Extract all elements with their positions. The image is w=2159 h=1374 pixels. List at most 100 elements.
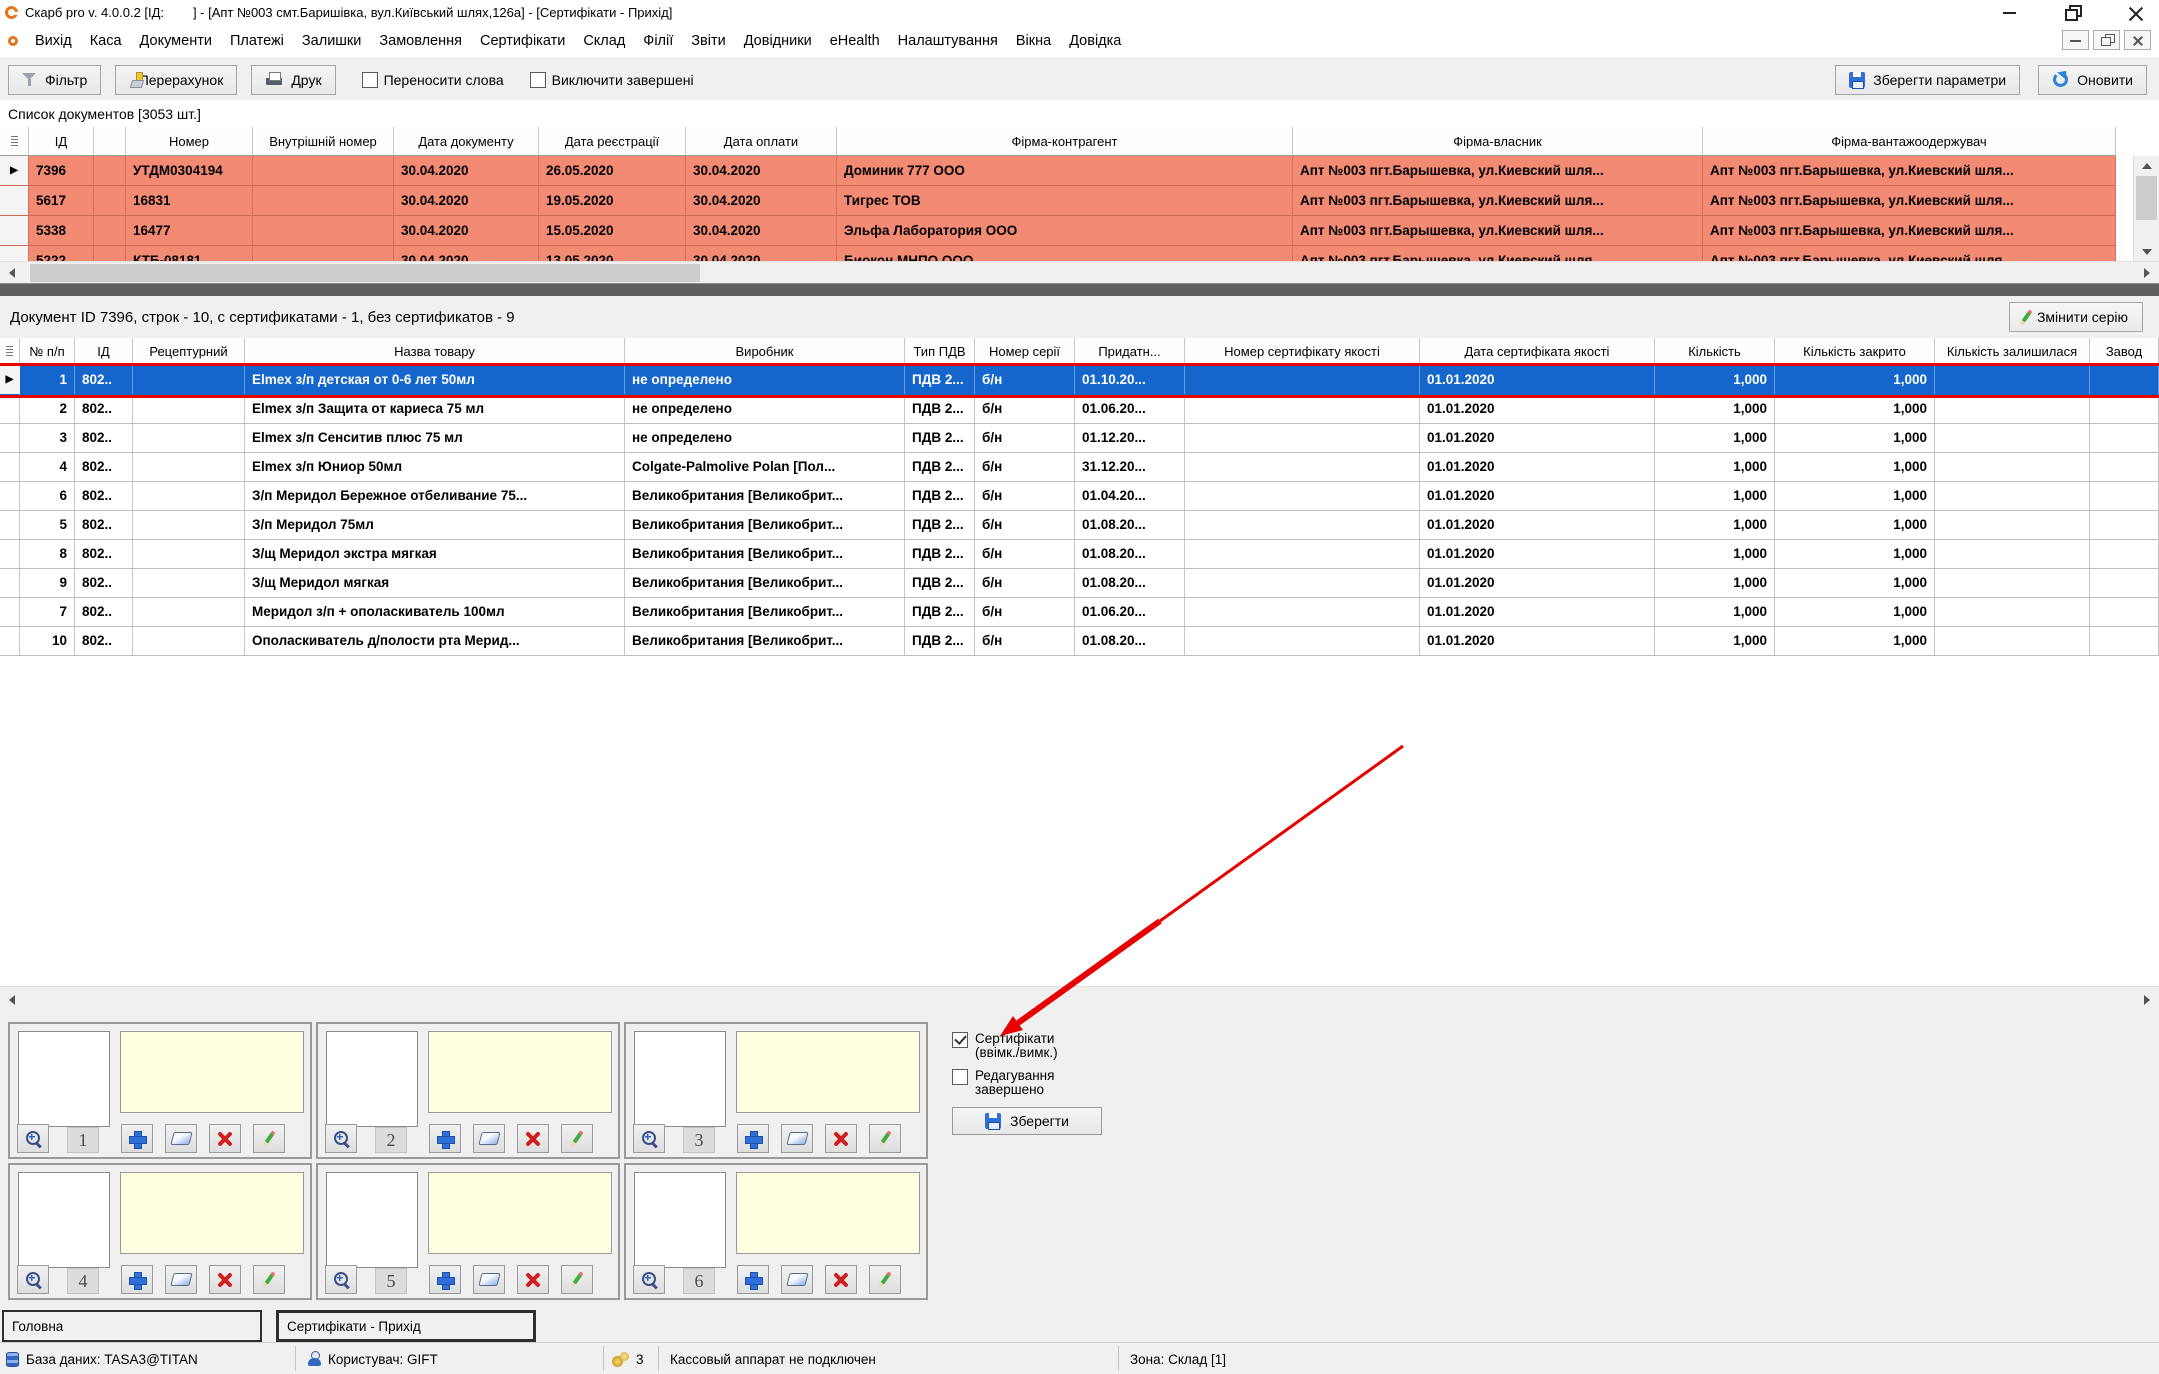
scan-certificate-button[interactable] <box>165 1265 197 1294</box>
zoom-certificate-button[interactable] <box>17 1265 49 1294</box>
scroll-up-arrow[interactable] <box>2134 156 2159 175</box>
refresh-button[interactable]: Оновити <box>2038 65 2147 95</box>
doc-row[interactable]: ▶7396УТДМ030419430.04.202026.05.202030.0… <box>0 156 2159 186</box>
menu-item-замовлення[interactable]: Замовлення <box>370 33 471 49</box>
menu-item-вихід[interactable]: Вихід <box>26 33 81 49</box>
detail-row[interactable]: 6802..З/п Меридол Бережное отбеливание 7… <box>0 482 2159 511</box>
detail-column-header[interactable]: Завод <box>2090 338 2159 366</box>
menu-item-довідники[interactable]: Довідники <box>735 33 821 49</box>
menu-item-платежі[interactable]: Платежі <box>221 33 293 49</box>
tab-certificates-receipt[interactable]: Сертифікати - Прихід <box>276 1310 536 1342</box>
add-certificate-button[interactable] <box>737 1124 769 1153</box>
mdi-close-button[interactable] <box>2124 30 2151 50</box>
detail-column-header[interactable]: Придатн... <box>1075 338 1185 366</box>
tab-main[interactable]: Головна <box>2 1310 262 1342</box>
detail-column-header[interactable]: № п/п <box>20 338 75 366</box>
detail-row[interactable]: 10802..Ополаскиватель д/полости рта Мери… <box>0 627 2159 656</box>
doc-column-header[interactable]: Фірма-власник <box>1293 127 1703 156</box>
scroll-left-arrow[interactable] <box>0 987 24 1013</box>
editing-finished-option[interactable]: Редагування завершено <box>952 1069 1102 1097</box>
detail-row[interactable]: 2802..Elmex з/п Защита от кариеса 75 млн… <box>0 395 2159 424</box>
edit-certificate-button[interactable] <box>869 1265 901 1294</box>
edit-certificate-button[interactable] <box>561 1124 593 1153</box>
detail-column-header[interactable]: ІД <box>75 338 133 366</box>
splitter-bar[interactable] <box>0 283 2159 296</box>
exclude-finished-checkbox[interactable] <box>530 72 546 88</box>
vscroll-thumb[interactable] <box>2136 176 2157 220</box>
detail-row[interactable]: 5802..З/п Меридол 75млВеликобритания [Ве… <box>0 511 2159 540</box>
doc-column-header[interactable]: ІД <box>29 127 94 156</box>
save-button[interactable]: Зберегти <box>952 1107 1102 1135</box>
scroll-down-arrow[interactable] <box>2134 242 2159 261</box>
doc-column-header[interactable]: Внутрішній номер <box>253 127 394 156</box>
scan-certificate-button[interactable] <box>165 1124 197 1153</box>
certificate-note[interactable] <box>428 1031 612 1113</box>
certificate-note[interactable] <box>428 1172 612 1254</box>
menu-item-каса[interactable]: Каса <box>81 33 131 49</box>
scan-certificate-button[interactable] <box>473 1265 505 1294</box>
mdi-minimize-button[interactable] <box>2062 30 2089 50</box>
document-table-hscrollbar[interactable] <box>0 261 2159 283</box>
mdi-restore-button[interactable] <box>2093 30 2120 50</box>
scan-certificate-button[interactable] <box>781 1124 813 1153</box>
menu-item-залишки[interactable]: Залишки <box>293 33 370 49</box>
menu-item-налаштування[interactable]: Налаштування <box>889 33 1007 49</box>
menu-item-документи[interactable]: Документи <box>131 33 221 49</box>
detail-column-header[interactable]: Виробник <box>625 338 905 366</box>
menu-item-довідка[interactable]: Довідка <box>1060 33 1130 49</box>
doc-row[interactable]: 5222КТБ-0818130.04.202013.05.202030.04.2… <box>0 246 2159 261</box>
add-certificate-button[interactable] <box>429 1265 461 1294</box>
detail-column-header[interactable]: Кількість <box>1655 338 1775 366</box>
restore-button[interactable] <box>2065 5 2080 20</box>
certificate-thumbnail[interactable] <box>326 1172 418 1268</box>
editing-finished-checkbox[interactable] <box>952 1069 968 1085</box>
detail-column-header[interactable]: Номер серії <box>975 338 1075 366</box>
doc-column-header[interactable]: Дата документу <box>394 127 539 156</box>
detail-row[interactable]: ▶1802..Elmex з/п детская от 0-6 лет 50мл… <box>0 366 2159 395</box>
scroll-left-arrow[interactable] <box>0 262 24 284</box>
scan-certificate-button[interactable] <box>781 1265 813 1294</box>
certificates-toggle-option[interactable]: Сертифікати (ввімк./вимк.) <box>952 1032 1102 1060</box>
scan-certificate-button[interactable] <box>473 1124 505 1153</box>
detail-column-header[interactable]: Кількість закрито <box>1775 338 1935 366</box>
menu-item-філії[interactable]: Філії <box>634 33 682 49</box>
doc-column-header[interactable]: Дата реєстрації <box>539 127 686 156</box>
certificate-thumbnail[interactable] <box>634 1172 726 1268</box>
menu-item-склад[interactable]: Склад <box>574 33 634 49</box>
add-certificate-button[interactable] <box>429 1124 461 1153</box>
hscroll-thumb[interactable] <box>30 264 700 282</box>
delete-certificate-button[interactable] <box>517 1124 549 1153</box>
edit-certificate-button[interactable] <box>253 1265 285 1294</box>
zoom-certificate-button[interactable] <box>325 1265 357 1294</box>
doc-column-header[interactable]: Дата оплати <box>686 127 837 156</box>
detail-row[interactable]: 4802..Elmex з/п Юниор 50млColgate-Palmol… <box>0 453 2159 482</box>
doc-column-header[interactable]: Фірма-вантажоодержувач <box>1703 127 2116 156</box>
detail-row[interactable]: 7802..Меридол з/п + ополаскиватель 100мл… <box>0 598 2159 627</box>
delete-certificate-button[interactable] <box>517 1265 549 1294</box>
menu-item-вікна[interactable]: Вікна <box>1007 33 1060 49</box>
print-button[interactable]: Друк <box>251 65 335 95</box>
scroll-right-arrow[interactable] <box>2135 987 2159 1013</box>
recalculate-button[interactable]: Перерахунок <box>115 65 237 95</box>
wrap-words-option[interactable]: Переносити слова <box>362 72 504 88</box>
edit-certificate-button[interactable] <box>561 1265 593 1294</box>
certificate-note[interactable] <box>120 1031 304 1113</box>
add-certificate-button[interactable] <box>121 1265 153 1294</box>
doc-row[interactable]: 53381647730.04.202015.05.202030.04.2020Э… <box>0 216 2159 246</box>
save-parameters-button[interactable]: Зберегти параметри <box>1835 65 2020 95</box>
doc-row[interactable]: 56171683130.04.202019.05.202030.04.2020Т… <box>0 186 2159 216</box>
detail-column-header[interactable]: Назва товару <box>245 338 625 366</box>
certificate-note[interactable] <box>120 1172 304 1254</box>
detail-column-header[interactable]: Тип ПДВ <box>905 338 975 366</box>
edit-certificate-button[interactable] <box>253 1124 285 1153</box>
detail-column-header[interactable]: Рецептурний <box>133 338 245 366</box>
delete-certificate-button[interactable] <box>209 1124 241 1153</box>
detail-column-header[interactable]: Номер сертифікату якості <box>1185 338 1420 366</box>
scroll-right-arrow[interactable] <box>2135 262 2159 284</box>
certificate-note[interactable] <box>736 1031 920 1113</box>
menu-item-ehealth[interactable]: eHealth <box>821 33 889 49</box>
add-certificate-button[interactable] <box>737 1265 769 1294</box>
doc-column-header[interactable] <box>94 127 126 156</box>
zoom-certificate-button[interactable] <box>17 1124 49 1153</box>
detail-row[interactable]: 3802..Elmex з/п Сенситив плюс 75 млне оп… <box>0 424 2159 453</box>
